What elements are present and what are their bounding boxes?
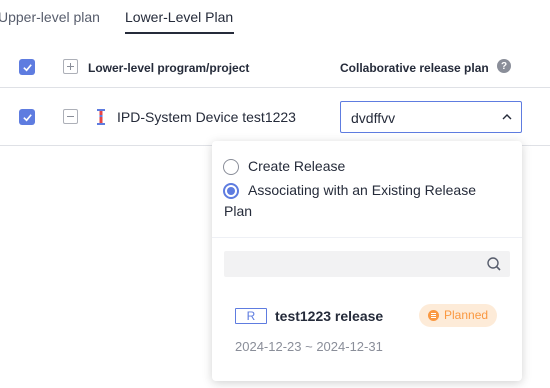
- column-header-project: Lower-level program/project: [88, 61, 250, 75]
- expand-all-button[interactable]: [63, 59, 78, 74]
- radio-create-release-label[interactable]: Create Release: [248, 156, 345, 177]
- release-dates: 2024-12-23 ~ 2024-12-31: [235, 339, 383, 354]
- plan-tabs: Upper-level plan Lower-Level Plan: [0, 0, 550, 36]
- check-icon: [22, 63, 32, 71]
- table-header: Lower-level program/project Collaborativ…: [0, 50, 550, 86]
- tab-upper-level-plan[interactable]: Upper-level plan: [0, 9, 100, 25]
- search-icon[interactable]: [486, 256, 502, 272]
- column-header-release: Collaborative release plan: [340, 61, 489, 75]
- header-divider: [0, 87, 550, 88]
- select-all-checkbox[interactable]: [19, 59, 35, 75]
- release-search-input[interactable]: [224, 251, 474, 277]
- release-name: test1223 release: [275, 308, 384, 324]
- selected-release-value: dvdffvv: [351, 110, 396, 126]
- radio-create-release[interactable]: [223, 159, 239, 175]
- radio-associate-existing-label[interactable]: Associating with an Existing Release Pla…: [224, 180, 494, 222]
- collapse-minus-icon: [67, 116, 74, 117]
- release-plan-page: Upper-level plan Lower-Level Plan Lower-…: [0, 0, 550, 388]
- status-label: Planned: [444, 308, 489, 322]
- tab-lower-level-plan[interactable]: Lower-Level Plan: [125, 9, 233, 25]
- release-plan-select[interactable]: dvdffvv: [340, 101, 522, 133]
- project-name[interactable]: IPD-System Device test1223: [117, 109, 296, 125]
- status-badge: Planned: [419, 304, 497, 327]
- release-search-box: [224, 251, 510, 277]
- row-checkbox[interactable]: [19, 109, 35, 125]
- check-icon: [22, 113, 32, 121]
- dropdown-divider: [212, 237, 522, 238]
- release-type-badge: R: [235, 308, 267, 324]
- project-icon: [97, 109, 105, 125]
- help-icon[interactable]: ?: [497, 59, 511, 73]
- chevron-up-icon: [502, 114, 512, 120]
- release-plan-dropdown: Create Release Associating with an Exist…: [212, 141, 522, 381]
- planned-status-icon: [428, 310, 439, 321]
- collapse-row-button[interactable]: [63, 109, 78, 124]
- active-tab-indicator: [125, 32, 234, 34]
